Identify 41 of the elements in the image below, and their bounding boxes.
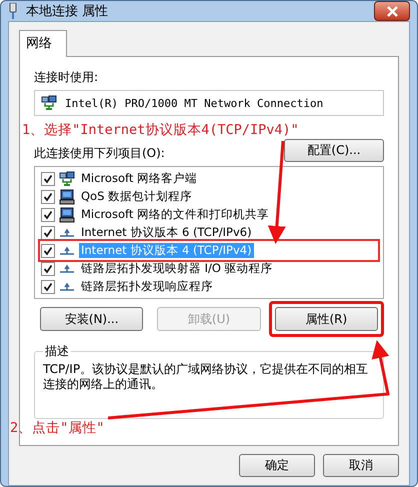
checkbox[interactable] (41, 280, 55, 294)
dialog-button[interactable]: 取消 (323, 454, 399, 477)
list-label: 此连接使用下列项目(O): (34, 145, 165, 162)
network-client-icon (59, 170, 75, 186)
checkbox[interactable] (41, 190, 55, 204)
computer-icon (59, 188, 75, 204)
item-label: QoS 数据包计划程序 (80, 189, 194, 204)
list-item[interactable]: Internet 协议版本 6 (TCP/IPv6) (41, 224, 377, 241)
item-label: Microsoft 网络的文件和打印机共享 (80, 207, 270, 222)
checkbox[interactable] (41, 172, 55, 186)
field-label: 连接时使用: (34, 69, 100, 86)
list-item[interactable]: Microsoft 网络客户端 (41, 170, 377, 187)
annotation-text: 1、选择"Internet协议版本4(TCP/IPv4)" (22, 121, 300, 139)
close-icon (386, 6, 398, 16)
description-text: TCP/IP。该协议是默认的广域网络协议，它提供在不同的相互连接的网络上的通讯。 (43, 362, 370, 392)
item-label: 链路层拓扑发现映射器 I/O 驱动程序 (80, 261, 274, 276)
list-item[interactable]: QoS 数据包计划程序 (41, 188, 377, 205)
tab[interactable]: 网络 (19, 30, 67, 57)
list-item[interactable]: Microsoft 网络的文件和打印机共享 (41, 206, 377, 223)
checkbox[interactable] (41, 226, 55, 240)
checkbox[interactable] (41, 262, 55, 276)
close-button[interactable] (374, 1, 410, 21)
action-button[interactable]: 属性(R) (274, 307, 378, 331)
computer-icon (59, 206, 75, 222)
network-adapter-icon (8, 3, 18, 19)
window-title: 本地连接 属性 (26, 3, 110, 20)
annotation-text: 2、点击"属性" (10, 419, 106, 437)
item-label: 链路层拓扑发现响应程序 (80, 279, 214, 294)
item-label: Microsoft 网络客户端 (80, 171, 198, 186)
adapter-field: Intel(R) PRO/1000 MT Network Connection (34, 90, 384, 116)
group-title: 描述 (44, 343, 70, 360)
item-label: Internet 协议版本 6 (TCP/IPv6) (80, 225, 253, 240)
configure-button[interactable]: 配置(C)... (284, 139, 384, 162)
network-client-icon (41, 95, 57, 111)
action-button[interactable]: 安装(N)... (40, 307, 144, 331)
checkbox[interactable] (41, 244, 55, 258)
list-item[interactable]: 链路层拓扑发现映射器 I/O 驱动程序 (41, 260, 377, 277)
checkbox[interactable] (41, 208, 55, 222)
item-label: Internet 协议版本 4 (TCP/IPv4) (79, 243, 254, 258)
list-item[interactable]: 链路层拓扑发现响应程序 (41, 278, 377, 295)
dialog-button[interactable]: 确定 (239, 454, 315, 477)
